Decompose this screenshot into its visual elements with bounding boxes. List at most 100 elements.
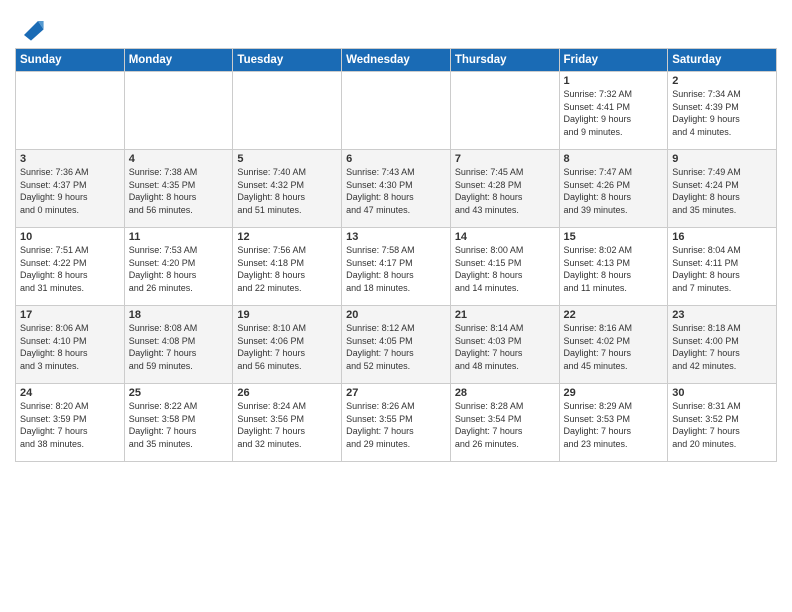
day-number: 1 [564,75,664,87]
day-number: 13 [346,231,446,243]
day-info: Sunrise: 7:36 AM Sunset: 4:37 PM Dayligh… [20,166,120,216]
day-info: Sunrise: 7:51 AM Sunset: 4:22 PM Dayligh… [20,244,120,294]
day-cell: 16Sunrise: 8:04 AM Sunset: 4:11 PM Dayli… [668,228,777,306]
day-cell: 25Sunrise: 8:22 AM Sunset: 3:58 PM Dayli… [124,384,233,462]
day-info: Sunrise: 7:53 AM Sunset: 4:20 PM Dayligh… [129,244,229,294]
day-info: Sunrise: 8:02 AM Sunset: 4:13 PM Dayligh… [564,244,664,294]
week-row-5: 24Sunrise: 8:20 AM Sunset: 3:59 PM Dayli… [16,384,777,462]
day-info: Sunrise: 8:29 AM Sunset: 3:53 PM Dayligh… [564,400,664,450]
day-cell: 2Sunrise: 7:34 AM Sunset: 4:39 PM Daylig… [668,72,777,150]
day-cell: 8Sunrise: 7:47 AM Sunset: 4:26 PM Daylig… [559,150,668,228]
day-cell: 12Sunrise: 7:56 AM Sunset: 4:18 PM Dayli… [233,228,342,306]
day-number: 16 [672,231,772,243]
day-number: 5 [237,153,337,165]
day-info: Sunrise: 7:43 AM Sunset: 4:30 PM Dayligh… [346,166,446,216]
day-cell: 19Sunrise: 8:10 AM Sunset: 4:06 PM Dayli… [233,306,342,384]
day-info: Sunrise: 8:16 AM Sunset: 4:02 PM Dayligh… [564,322,664,372]
weekday-friday: Friday [559,49,668,72]
weekday-thursday: Thursday [450,49,559,72]
day-cell: 29Sunrise: 8:29 AM Sunset: 3:53 PM Dayli… [559,384,668,462]
day-info: Sunrise: 7:38 AM Sunset: 4:35 PM Dayligh… [129,166,229,216]
day-number: 12 [237,231,337,243]
day-number: 22 [564,309,664,321]
weekday-saturday: Saturday [668,49,777,72]
day-number: 20 [346,309,446,321]
day-info: Sunrise: 8:28 AM Sunset: 3:54 PM Dayligh… [455,400,555,450]
day-number: 27 [346,387,446,399]
logo-icon [17,14,45,42]
day-number: 7 [455,153,555,165]
calendar: SundayMondayTuesdayWednesdayThursdayFrid… [15,48,777,462]
day-info: Sunrise: 8:10 AM Sunset: 4:06 PM Dayligh… [237,322,337,372]
day-cell: 6Sunrise: 7:43 AM Sunset: 4:30 PM Daylig… [342,150,451,228]
day-number: 25 [129,387,229,399]
day-info: Sunrise: 7:47 AM Sunset: 4:26 PM Dayligh… [564,166,664,216]
day-info: Sunrise: 8:12 AM Sunset: 4:05 PM Dayligh… [346,322,446,372]
day-cell: 17Sunrise: 8:06 AM Sunset: 4:10 PM Dayli… [16,306,125,384]
day-number: 23 [672,309,772,321]
day-cell: 15Sunrise: 8:02 AM Sunset: 4:13 PM Dayli… [559,228,668,306]
day-cell: 21Sunrise: 8:14 AM Sunset: 4:03 PM Dayli… [450,306,559,384]
week-row-4: 17Sunrise: 8:06 AM Sunset: 4:10 PM Dayli… [16,306,777,384]
day-cell: 14Sunrise: 8:00 AM Sunset: 4:15 PM Dayli… [450,228,559,306]
week-row-3: 10Sunrise: 7:51 AM Sunset: 4:22 PM Dayli… [16,228,777,306]
day-cell: 20Sunrise: 8:12 AM Sunset: 4:05 PM Dayli… [342,306,451,384]
day-number: 11 [129,231,229,243]
day-number: 21 [455,309,555,321]
day-cell [233,72,342,150]
day-cell: 28Sunrise: 8:28 AM Sunset: 3:54 PM Dayli… [450,384,559,462]
day-number: 6 [346,153,446,165]
day-number: 8 [564,153,664,165]
logo [15,14,45,42]
day-cell: 7Sunrise: 7:45 AM Sunset: 4:28 PM Daylig… [450,150,559,228]
day-cell: 24Sunrise: 8:20 AM Sunset: 3:59 PM Dayli… [16,384,125,462]
day-cell: 26Sunrise: 8:24 AM Sunset: 3:56 PM Dayli… [233,384,342,462]
page: SundayMondayTuesdayWednesdayThursdayFrid… [0,0,792,612]
day-cell: 27Sunrise: 8:26 AM Sunset: 3:55 PM Dayli… [342,384,451,462]
day-cell: 3Sunrise: 7:36 AM Sunset: 4:37 PM Daylig… [16,150,125,228]
day-cell: 18Sunrise: 8:08 AM Sunset: 4:08 PM Dayli… [124,306,233,384]
day-cell [16,72,125,150]
day-info: Sunrise: 7:56 AM Sunset: 4:18 PM Dayligh… [237,244,337,294]
weekday-tuesday: Tuesday [233,49,342,72]
day-info: Sunrise: 8:04 AM Sunset: 4:11 PM Dayligh… [672,244,772,294]
day-info: Sunrise: 7:49 AM Sunset: 4:24 PM Dayligh… [672,166,772,216]
day-number: 10 [20,231,120,243]
day-cell: 9Sunrise: 7:49 AM Sunset: 4:24 PM Daylig… [668,150,777,228]
day-info: Sunrise: 7:58 AM Sunset: 4:17 PM Dayligh… [346,244,446,294]
day-cell [450,72,559,150]
day-cell [124,72,233,150]
day-info: Sunrise: 7:45 AM Sunset: 4:28 PM Dayligh… [455,166,555,216]
day-info: Sunrise: 8:14 AM Sunset: 4:03 PM Dayligh… [455,322,555,372]
day-info: Sunrise: 8:24 AM Sunset: 3:56 PM Dayligh… [237,400,337,450]
day-number: 4 [129,153,229,165]
day-number: 26 [237,387,337,399]
day-cell: 30Sunrise: 8:31 AM Sunset: 3:52 PM Dayli… [668,384,777,462]
day-cell: 4Sunrise: 7:38 AM Sunset: 4:35 PM Daylig… [124,150,233,228]
week-row-2: 3Sunrise: 7:36 AM Sunset: 4:37 PM Daylig… [16,150,777,228]
day-number: 28 [455,387,555,399]
day-number: 2 [672,75,772,87]
day-info: Sunrise: 7:32 AM Sunset: 4:41 PM Dayligh… [564,88,664,138]
day-info: Sunrise: 7:34 AM Sunset: 4:39 PM Dayligh… [672,88,772,138]
day-info: Sunrise: 8:26 AM Sunset: 3:55 PM Dayligh… [346,400,446,450]
day-number: 17 [20,309,120,321]
day-info: Sunrise: 8:06 AM Sunset: 4:10 PM Dayligh… [20,322,120,372]
day-number: 18 [129,309,229,321]
day-info: Sunrise: 8:18 AM Sunset: 4:00 PM Dayligh… [672,322,772,372]
day-cell: 23Sunrise: 8:18 AM Sunset: 4:00 PM Dayli… [668,306,777,384]
day-info: Sunrise: 8:31 AM Sunset: 3:52 PM Dayligh… [672,400,772,450]
day-cell: 10Sunrise: 7:51 AM Sunset: 4:22 PM Dayli… [16,228,125,306]
header [15,10,777,42]
weekday-header-row: SundayMondayTuesdayWednesdayThursdayFrid… [16,49,777,72]
day-cell: 13Sunrise: 7:58 AM Sunset: 4:17 PM Dayli… [342,228,451,306]
day-info: Sunrise: 8:22 AM Sunset: 3:58 PM Dayligh… [129,400,229,450]
day-info: Sunrise: 8:00 AM Sunset: 4:15 PM Dayligh… [455,244,555,294]
day-info: Sunrise: 8:20 AM Sunset: 3:59 PM Dayligh… [20,400,120,450]
day-cell: 1Sunrise: 7:32 AM Sunset: 4:41 PM Daylig… [559,72,668,150]
weekday-wednesday: Wednesday [342,49,451,72]
day-number: 3 [20,153,120,165]
day-number: 29 [564,387,664,399]
week-row-1: 1Sunrise: 7:32 AM Sunset: 4:41 PM Daylig… [16,72,777,150]
day-cell [342,72,451,150]
